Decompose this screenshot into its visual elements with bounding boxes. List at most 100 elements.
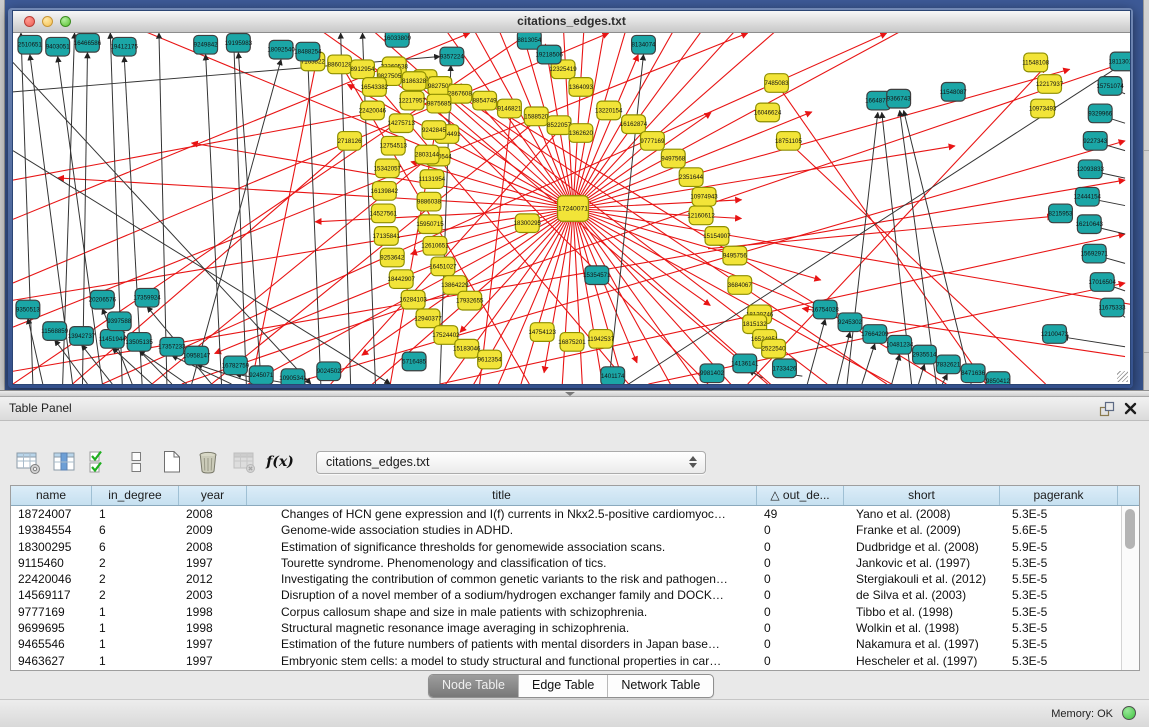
graph-node[interactable]: 7832621 (936, 355, 961, 374)
graph-node[interactable]: 9981402 (700, 364, 725, 383)
graph-node[interactable]: 12217937 (1036, 75, 1064, 94)
graph-node[interactable]: 13942737 (68, 327, 96, 346)
graph-node[interactable]: 9875685 (427, 94, 452, 113)
graph-node[interactable]: 12100473 (1041, 325, 1069, 344)
table-scrollbar[interactable] (1121, 506, 1139, 670)
graph-node[interactable]: 17357233 (158, 337, 186, 356)
table-row[interactable]: 911546021997Tourette syndrome. Phenomeno… (11, 555, 1139, 571)
table-row[interactable]: 946554611997Estimation of the future num… (11, 636, 1139, 652)
graph-node[interactable]: 9146821 (497, 99, 522, 118)
graph-node[interactable]: 15354571 (583, 266, 611, 285)
graph-node[interactable]: 17240071 (558, 196, 589, 221)
graph-node[interactable]: 15342057 (374, 159, 402, 178)
graph-node[interactable]: 19412175 (111, 37, 139, 56)
graph-node[interactable]: 20206576 (89, 290, 117, 309)
column-header-title[interactable]: title (247, 486, 757, 505)
network-canvas[interactable]: 1813027412217957142757131275451315342057… (13, 33, 1130, 384)
graph-node[interactable]: 9249842 (194, 35, 219, 54)
graph-node[interactable]: 14754123 (529, 323, 557, 342)
column-header-in_degree[interactable]: in_degree (92, 486, 179, 505)
row-height-icon[interactable] (120, 448, 152, 476)
graph-node[interactable]: 8522057 (547, 116, 572, 135)
graph-node[interactable]: 19195983 (225, 33, 253, 52)
graph-node[interactable]: 16210643 (1076, 215, 1104, 234)
graph-node[interactable]: 12160612 (687, 206, 715, 225)
graph-node[interactable]: 9495756 (723, 246, 748, 265)
divider-collapse-handle[interactable] (565, 392, 575, 396)
graph-node[interactable]: 16875201 (558, 333, 586, 352)
graph-node[interactable]: 9350513 (16, 300, 41, 319)
column-header-pagerank[interactable]: pagerank (1000, 486, 1118, 505)
graph-node[interactable]: 9329966 (1088, 104, 1113, 123)
graph-node[interactable]: 8215953 (1049, 204, 1074, 223)
graph-node[interactable]: 8854749 (473, 91, 498, 110)
graph-node[interactable]: 9245302 (838, 313, 863, 332)
split-pane-divider[interactable] (0, 390, 1149, 397)
graph-node[interactable]: 15950715 (416, 215, 444, 234)
zoom-window-button[interactable] (60, 16, 71, 27)
graph-node[interactable]: 16284103 (399, 290, 427, 309)
graph-node[interactable]: 12940377 (414, 309, 442, 328)
tab-node-table[interactable]: Node Table (429, 675, 518, 697)
graph-node[interactable]: 10905341 (279, 369, 307, 384)
column-header-year[interactable]: year (179, 486, 247, 505)
graph-node[interactable]: 9253642 (380, 248, 405, 267)
graph-node[interactable]: 9612354 (478, 350, 503, 369)
close-panel-icon[interactable] (1123, 401, 1138, 416)
graph-node[interactable]: 17016504 (1089, 273, 1117, 292)
graph-node[interactable]: 1364093 (569, 78, 594, 97)
column-header-short[interactable]: short (844, 486, 1000, 505)
graph-node[interactable]: 9242845 (422, 121, 447, 140)
graph-node[interactable]: 8134074 (632, 35, 657, 54)
tab-edge-table[interactable]: Edge Table (518, 675, 607, 697)
graph-node[interactable]: 16754028 (812, 300, 840, 319)
memory-ok-indicator[interactable] (1122, 706, 1136, 720)
graph-node[interactable]: 9497568 (661, 149, 686, 168)
graph-node[interactable]: 11675333 (1099, 298, 1127, 317)
table-row[interactable]: 969969511998Structural magnetic resonanc… (11, 620, 1139, 636)
graph-node[interactable]: 10974943 (690, 187, 718, 206)
graph-node[interactable]: 2510651 (18, 35, 43, 54)
close-window-button[interactable] (24, 16, 35, 27)
graph-node[interactable]: 13505135 (125, 333, 153, 352)
graph-node[interactable]: 12610651 (421, 236, 449, 255)
graph-node[interactable]: 16139842 (371, 182, 399, 201)
table-settings-icon[interactable] (12, 448, 44, 476)
window-resize-grip[interactable] (1117, 371, 1128, 382)
graph-node[interactable]: 18300295 (514, 214, 542, 233)
graph-node[interactable]: 10973493 (1029, 99, 1057, 118)
graph-node[interactable]: 3684067 (728, 276, 753, 295)
graph-node[interactable]: 22420046 (359, 101, 387, 120)
table-row[interactable]: 977716911998Corpus callosum shape and si… (11, 604, 1139, 620)
graph-node[interactable]: 12093833 (1077, 160, 1105, 179)
graph-node[interactable]: 11548087 (940, 83, 968, 102)
tab-network-table[interactable]: Network Table (607, 675, 713, 697)
graph-node[interactable]: 11568859 (41, 322, 69, 341)
graph-node[interactable]: 5716485 (402, 352, 427, 371)
graph-node[interactable]: 10481234 (886, 335, 914, 354)
graph-node[interactable]: 14527561 (370, 204, 398, 223)
graph-node[interactable]: 15751074 (1096, 77, 1124, 96)
graph-node[interactable]: 11451944 (99, 330, 127, 349)
graph-node[interactable]: 8912954 (351, 60, 376, 79)
select-columns-icon[interactable] (84, 448, 116, 476)
table-row[interactable]: 1938455462009Genome-wide association stu… (11, 522, 1139, 538)
memory-status-label[interactable]: Memory: OK (1051, 708, 1113, 720)
graph-node[interactable]: 9403051 (46, 37, 71, 56)
graph-node[interactable]: 17135841 (373, 227, 401, 246)
graph-node[interactable]: 16543382 (361, 78, 389, 97)
graph-node[interactable]: 18113014 (1109, 52, 1130, 71)
network-window-titlebar[interactable]: citations_edges.txt (13, 11, 1130, 33)
graph-node[interactable]: 17664209 (861, 325, 889, 344)
graph-node[interactable]: 11942537 (587, 330, 615, 349)
graph-node[interactable]: 1401174 (601, 367, 625, 384)
graph-node[interactable]: 16466586 (74, 33, 102, 52)
graph-node[interactable]: 14275713 (388, 114, 416, 133)
graph-node[interactable]: 1588520 (524, 107, 549, 126)
delete-table-icon[interactable] (192, 448, 224, 476)
graph-node[interactable]: 16046624 (754, 103, 782, 122)
graph-node[interactable]: 15154907 (703, 227, 731, 246)
graph-node[interactable]: 18442907 (388, 270, 416, 289)
graph-node[interactable]: 8186328 (402, 72, 427, 91)
column-header-name[interactable]: name (11, 486, 92, 505)
